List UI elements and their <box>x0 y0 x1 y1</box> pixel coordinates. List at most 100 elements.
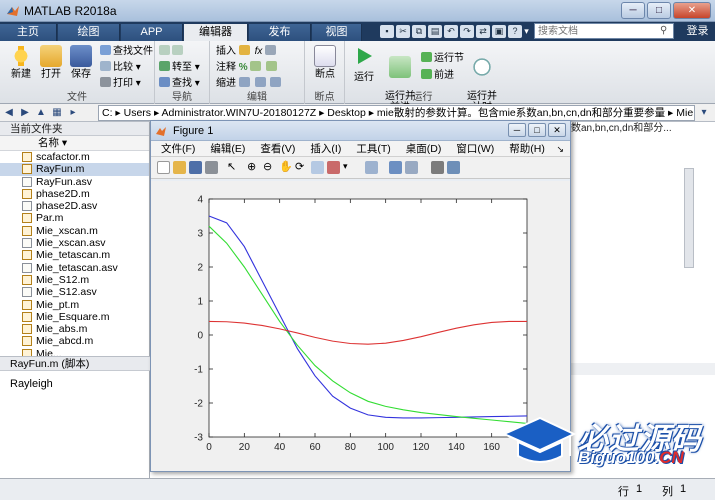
quick-copy-icon[interactable]: ⧉ <box>412 25 426 38</box>
figure-close-button[interactable]: ✕ <box>548 123 566 137</box>
new-button[interactable]: 新建 <box>6 45 36 80</box>
browse-folder-icon[interactable]: ▦ <box>50 106 64 120</box>
close-button[interactable]: ✕ <box>673 2 711 19</box>
data-cursor-icon[interactable] <box>311 161 324 174</box>
insert-legend-icon[interactable] <box>405 161 418 174</box>
breakpoints-button[interactable]: 断点 <box>310 45 340 80</box>
figure-menu-item[interactable]: 帮助(H) <box>509 141 545 156</box>
file-list-item[interactable]: Mie_S12.asv <box>0 286 149 298</box>
figure-menu-item[interactable]: 编辑(E) <box>210 141 245 156</box>
name-column-header[interactable]: 名称 ▾ <box>0 136 149 151</box>
maximize-button[interactable]: □ <box>647 2 671 19</box>
x-tick-label: 160 <box>483 442 500 453</box>
minimize-button[interactable]: ─ <box>621 2 645 19</box>
figure-title-bar[interactable]: Figure 1 ─ □ ✕ <box>151 121 570 141</box>
tab-home[interactable]: 主页 <box>0 24 57 41</box>
pan-hand-icon[interactable]: ✋ <box>279 161 293 174</box>
insert-colorbar-icon[interactable] <box>389 161 402 174</box>
tab-editor[interactable]: 编辑器 <box>184 24 248 41</box>
compare-button[interactable]: 比较 ▾ <box>100 61 141 75</box>
quick-paste-icon[interactable]: ▤ <box>428 25 442 38</box>
figure-menu-item[interactable]: 工具(T) <box>356 141 390 156</box>
file-list-item[interactable]: Mie_tetascan.asv <box>0 262 149 274</box>
link-plot-icon[interactable] <box>365 161 378 174</box>
file-list-item[interactable]: Mie_abs.m <box>0 323 149 335</box>
run-button[interactable]: 运行 <box>349 45 379 83</box>
m-file-icon <box>22 164 32 175</box>
new-figure-icon[interactable] <box>157 161 170 174</box>
brush-dropdown-icon[interactable]: ▾ <box>343 161 356 174</box>
file-name: Mie_S12.asv <box>36 286 97 299</box>
quick-redo-icon[interactable]: ↷ <box>460 25 474 38</box>
path-dropdown-icon[interactable]: ▾ <box>697 106 711 120</box>
y-tick-label: 3 <box>197 229 203 240</box>
file-list-item[interactable]: Mie_S12.m <box>0 274 149 286</box>
figure-maximize-button[interactable]: □ <box>528 123 546 137</box>
open-file-icon[interactable] <box>173 161 186 174</box>
open-button[interactable]: 打开 <box>36 45 66 80</box>
run-section-button[interactable]: 运行节 <box>421 52 464 66</box>
print-figure-icon[interactable] <box>205 161 218 174</box>
rotate-3d-icon[interactable]: ⟳ <box>295 161 308 174</box>
editor-scrollbar[interactable] <box>684 168 694 268</box>
forward-icon[interactable]: ▶ <box>18 106 32 120</box>
file-list-item[interactable]: RayFun.m <box>0 163 149 176</box>
goto-button[interactable]: 转至 ▾ <box>159 61 200 75</box>
tab-publish[interactable]: 发布 <box>249 24 311 41</box>
file-list-item[interactable]: Mie_xscan.m <box>0 225 149 237</box>
show-plot-tools-icon[interactable] <box>447 161 460 174</box>
file-list-item[interactable]: Par.m <box>0 212 149 224</box>
zoom-in-icon[interactable]: ⊕ <box>247 161 260 174</box>
file-list-item[interactable]: phase2D.m <box>0 188 149 200</box>
m-file-icon <box>22 299 32 310</box>
up-folder-icon[interactable]: ▲ <box>34 106 48 120</box>
quick-save-icon[interactable]: ▪ <box>380 25 394 38</box>
file-list-item[interactable]: phase2D.asv <box>0 200 149 212</box>
quick-cut-icon[interactable]: ✂ <box>396 25 410 38</box>
file-list-item[interactable]: RayFun.asv <box>0 176 149 188</box>
hide-plot-tools-icon[interactable] <box>431 161 444 174</box>
file-name: phase2D.asv <box>36 200 98 213</box>
watermark-url-suffix: CN <box>659 448 684 467</box>
tab-apps[interactable]: APP <box>121 24 183 41</box>
select-arrow-icon[interactable]: ↖ <box>227 161 240 174</box>
quick-access-dropdown-icon[interactable]: ▾ <box>522 25 531 38</box>
file-list-item[interactable]: Mie_xscan.asv <box>0 237 149 249</box>
figure-menu-item[interactable]: 窗口(W) <box>456 141 494 156</box>
file-list-item[interactable]: Mie_tetascan.m <box>0 249 149 261</box>
quick-switch-icon[interactable]: ⇄ <box>476 25 490 38</box>
back-icon[interactable]: ◀ <box>2 106 16 120</box>
advance-button[interactable]: 前进 <box>421 69 454 83</box>
file-list-item[interactable]: Mie_pt.m <box>0 299 149 311</box>
nav-arrows[interactable] <box>159 45 185 59</box>
quick-undo-icon[interactable]: ↶ <box>444 25 458 38</box>
search-icon[interactable]: ⚲ <box>660 25 667 36</box>
search-documentation-input[interactable] <box>534 23 674 39</box>
save-button[interactable]: 保存 <box>66 45 96 80</box>
figure-menu-item[interactable]: 插入(I) <box>310 141 341 156</box>
file-list-item[interactable]: scafactor.m <box>0 151 149 163</box>
tab-view[interactable]: 视图 <box>312 24 362 41</box>
brush-icon[interactable] <box>327 161 340 174</box>
figure-minimize-button[interactable]: ─ <box>508 123 526 137</box>
find-files-button[interactable]: 查找文件 <box>100 45 153 59</box>
file-list-item[interactable]: Mie_abcd.m <box>0 335 149 347</box>
insert-button[interactable]: 插入 fx <box>216 45 278 59</box>
figure-menu-item[interactable]: 文件(F) <box>161 141 195 156</box>
comment-button[interactable]: 注释 % <box>216 61 279 75</box>
figure-menu-item[interactable]: 查看(V) <box>260 141 295 156</box>
tab-plots[interactable]: 绘图 <box>58 24 120 41</box>
save-figure-icon[interactable] <box>189 161 202 174</box>
breakpoints-group: 断点 断点 <box>305 41 345 104</box>
folder-root-icon[interactable]: ▸ <box>66 106 80 120</box>
help-icon[interactable]: ? <box>508 25 522 38</box>
login-button[interactable]: 登录 <box>680 22 715 41</box>
x-tick-label: 140 <box>448 442 465 453</box>
run-group: 运行 运行并 前进 运行节 前进 运行并 计时 运行 <box>345 41 500 113</box>
figure-menu-item[interactable]: 桌面(D) <box>406 141 442 156</box>
folder-path[interactable]: C: ▸ Users ▸ Administrator.WIN7U-2018012… <box>98 105 695 121</box>
dock-arrow-icon[interactable]: ↘ <box>556 141 564 157</box>
quick-layout-icon[interactable]: ▣ <box>492 25 506 38</box>
zoom-out-icon[interactable]: ⊖ <box>263 161 276 174</box>
file-list-item[interactable]: Mie_Esquare.m <box>0 311 149 323</box>
